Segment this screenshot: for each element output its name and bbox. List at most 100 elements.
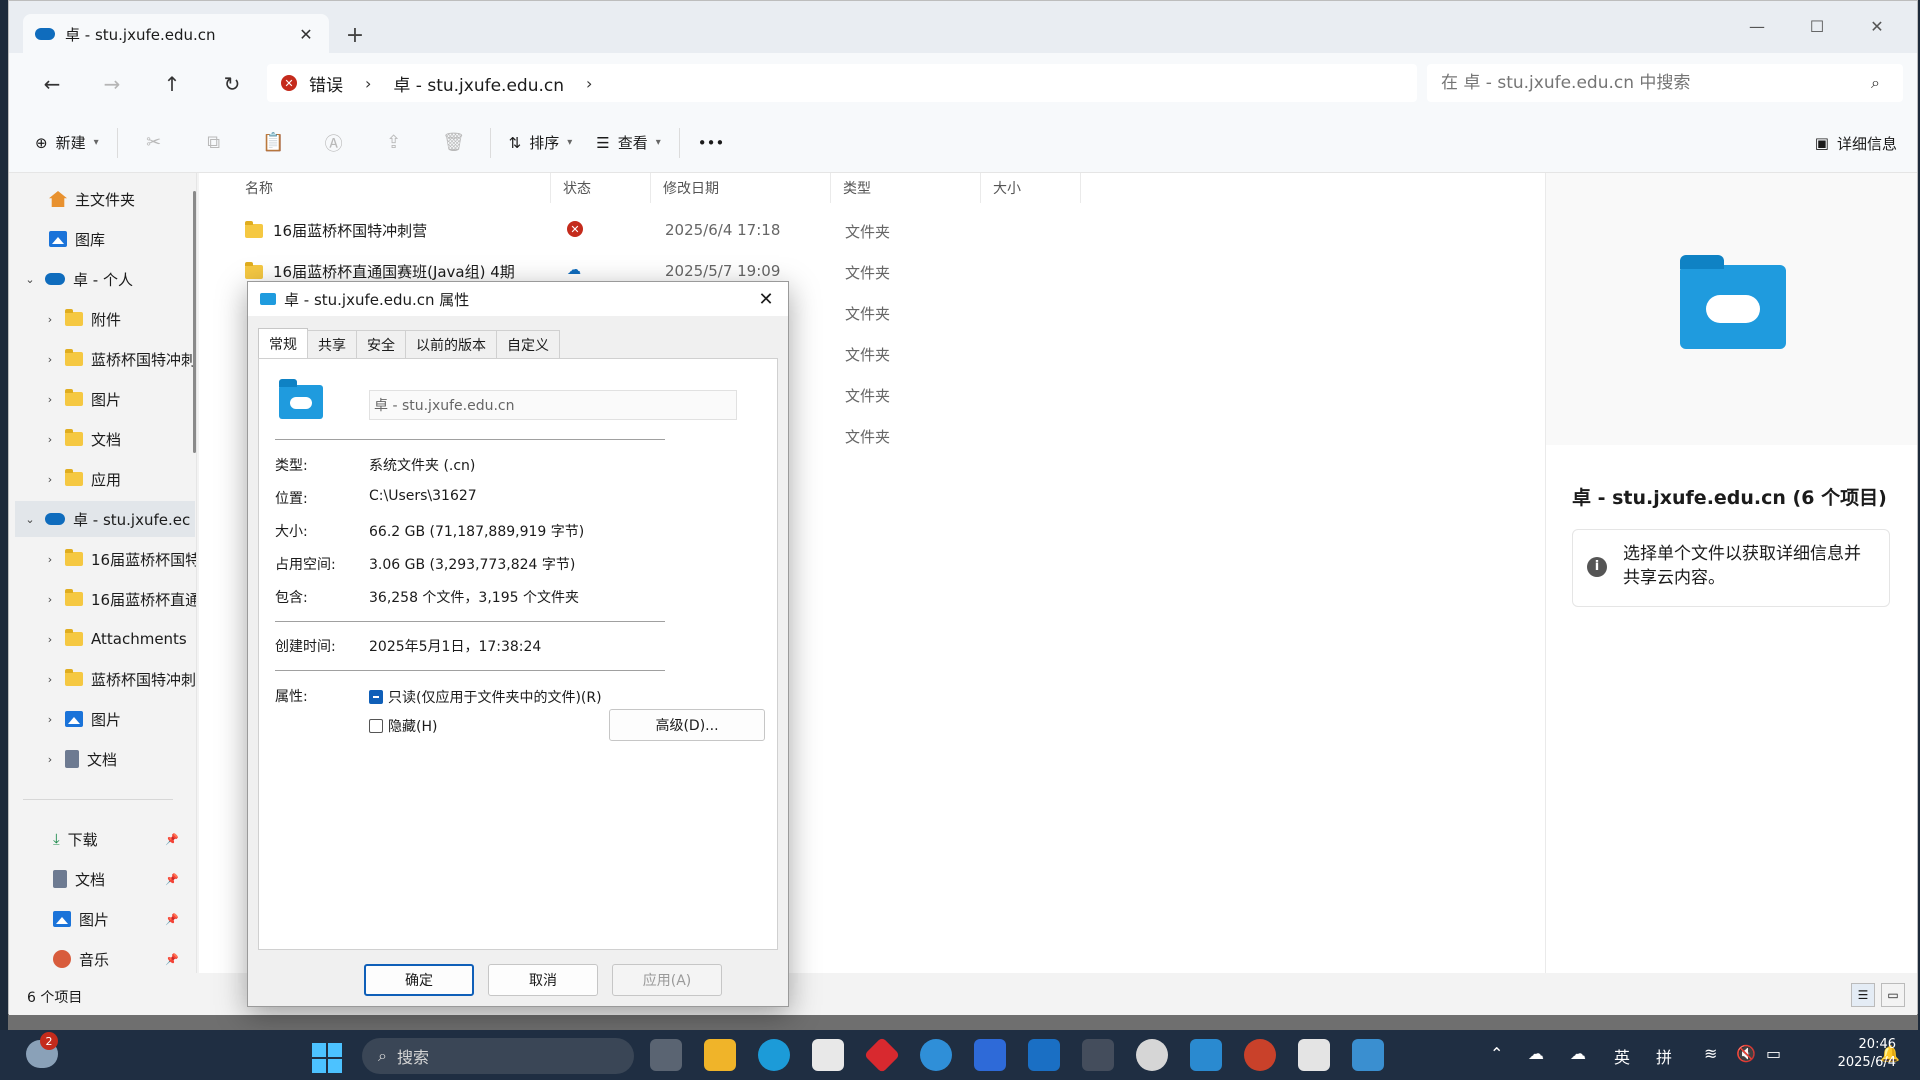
up-button[interactable]: ↑ bbox=[155, 67, 189, 101]
app-blue-icon[interactable] bbox=[974, 1039, 1006, 1071]
ime-mode[interactable]: 拼 bbox=[1656, 1044, 1672, 1068]
chevron-right-icon[interactable]: › bbox=[43, 433, 57, 446]
forward-button[interactable]: → bbox=[95, 67, 129, 101]
sidebar-item-home[interactable]: 主文件夹 bbox=[49, 181, 135, 217]
column-header-name[interactable]: 名称 bbox=[233, 173, 551, 203]
address-bar[interactable]: ✕ 错误 › 卓 - stu.jxufe.edu.cn › bbox=[267, 64, 1417, 102]
minimize-button[interactable]: — bbox=[1729, 9, 1785, 43]
hidden-checkbox[interactable]: 隐藏(H) bbox=[369, 716, 437, 736]
taskbar-search[interactable]: ⌕ 搜索 bbox=[362, 1038, 634, 1074]
apply-button[interactable]: 应用(A) bbox=[612, 964, 722, 996]
tray-overflow-icon[interactable]: ⌃ bbox=[1490, 1044, 1503, 1063]
task-view-icon[interactable] bbox=[650, 1039, 682, 1071]
sidebar-item-quick-documents[interactable]: 文档 📌 bbox=[53, 861, 189, 897]
tab-security[interactable]: 安全 bbox=[356, 330, 406, 358]
column-header-modified[interactable]: 修改日期 bbox=[651, 173, 831, 203]
terminal-icon[interactable] bbox=[1082, 1039, 1114, 1071]
cut-button[interactable]: ✂ bbox=[124, 123, 184, 163]
tab-current[interactable]: 卓 - stu.jxufe.edu.cn ✕ bbox=[23, 14, 329, 54]
column-header-type[interactable]: 类型 bbox=[831, 173, 981, 203]
tab-sharing[interactable]: 共享 bbox=[307, 330, 357, 358]
edge-icon[interactable] bbox=[758, 1039, 790, 1071]
file-row[interactable]: 16届蓝桥杯国特冲刺营 ✕ 2025/6/4 17:18 文件夹 bbox=[199, 209, 1299, 249]
sidebar-item-org-documents[interactable]: › 文档 bbox=[43, 741, 117, 777]
folder-name-field[interactable] bbox=[369, 390, 737, 420]
readonly-checkbox[interactable]: 只读(仅应用于文件夹中的文件)(R) bbox=[369, 687, 602, 707]
outlook-icon[interactable] bbox=[1028, 1039, 1060, 1071]
back-button[interactable]: ← bbox=[35, 67, 69, 101]
cancel-button[interactable]: 取消 bbox=[488, 964, 598, 996]
delete-button[interactable]: 🗑 bbox=[424, 123, 484, 163]
powerpoint-icon[interactable] bbox=[1244, 1039, 1276, 1071]
column-header-status[interactable]: 状态 bbox=[551, 173, 651, 203]
battery-icon[interactable]: ▭ bbox=[1766, 1044, 1781, 1063]
system-clock[interactable]: 20:46 2025/6/4 bbox=[1800, 1036, 1896, 1072]
sidebar-item-quick-pictures[interactable]: 图片 📌 bbox=[53, 901, 189, 937]
advanced-button[interactable]: 高级(D)... bbox=[609, 709, 765, 741]
breadcrumb-error[interactable]: 错误 bbox=[309, 71, 343, 96]
close-window-button[interactable]: ✕ bbox=[1849, 9, 1905, 43]
sidebar-item-personal-documents[interactable]: › 文档 bbox=[43, 421, 121, 457]
chevron-right-icon[interactable]: › bbox=[43, 633, 57, 646]
tab-customize[interactable]: 自定义 bbox=[496, 330, 560, 358]
search-input[interactable] bbox=[1427, 64, 1903, 102]
tab-previous-versions[interactable]: 以前的版本 bbox=[405, 330, 497, 358]
pin-icon[interactable]: 📌 bbox=[165, 953, 179, 966]
sidebar-item-personal[interactable]: ⌄ 卓 - 个人 bbox=[23, 261, 133, 297]
file-explorer-icon[interactable] bbox=[704, 1039, 736, 1071]
sidebar-item-org-lanqiao-sprint[interactable]: › 蓝桥杯国特冲刺 bbox=[43, 661, 196, 697]
sidebar-item-org-lanqiao-direct[interactable]: › 16届蓝桥杯直通 bbox=[43, 581, 196, 617]
dialog-titlebar[interactable]: 卓 - stu.jxufe.edu.cn 属性 bbox=[248, 282, 788, 316]
checkbox-indeterminate-icon[interactable] bbox=[369, 690, 383, 704]
notepad-icon[interactable] bbox=[1352, 1039, 1384, 1071]
checkbox-icon[interactable] bbox=[369, 719, 383, 733]
breadcrumb-location[interactable]: 卓 - stu.jxufe.edu.cn bbox=[393, 71, 564, 96]
refresh-button[interactable]: ↻ bbox=[215, 67, 249, 101]
chevron-down-icon[interactable]: ⌄ bbox=[23, 273, 37, 286]
more-options-button[interactable]: ••• bbox=[686, 123, 737, 163]
sidebar-item-personal-apps[interactable]: › 应用 bbox=[43, 461, 121, 497]
chevron-down-icon[interactable]: ⌄ bbox=[23, 513, 37, 526]
sidebar-item-personal-pictures[interactable]: › 图片 bbox=[43, 381, 121, 417]
dialog-close-button[interactable]: ✕ bbox=[752, 286, 780, 312]
new-button[interactable]: ⊕ 新建 ▾ bbox=[23, 123, 111, 163]
sidebar-item-org-pictures[interactable]: › 图片 bbox=[43, 701, 121, 737]
clock-app-icon[interactable] bbox=[1136, 1039, 1168, 1071]
paste-button[interactable]: 📋 bbox=[244, 123, 304, 163]
breadcrumb-separator[interactable]: › bbox=[365, 74, 371, 93]
chevron-right-icon[interactable]: › bbox=[43, 353, 57, 366]
chevron-right-icon[interactable]: › bbox=[43, 313, 57, 326]
typora-icon[interactable] bbox=[1298, 1039, 1330, 1071]
sidebar-item-org-attachments[interactable]: › Attachments bbox=[43, 621, 187, 657]
maximize-button[interactable]: ☐ bbox=[1789, 9, 1845, 43]
store-icon[interactable] bbox=[812, 1039, 844, 1071]
pin-icon[interactable]: 📌 bbox=[165, 873, 179, 886]
sort-button[interactable]: ⇅ 排序 ▾ bbox=[497, 123, 585, 163]
search-icon[interactable]: ⌕ bbox=[1871, 73, 1891, 93]
copy-button[interactable]: ⧉ bbox=[184, 123, 244, 163]
onedrive-tray-icon[interactable]: ☁ bbox=[1528, 1044, 1544, 1063]
onedrive-error-tray-icon[interactable]: ☁ bbox=[1570, 1044, 1586, 1063]
chevron-right-icon[interactable]: › bbox=[43, 473, 57, 486]
chevron-right-icon[interactable]: › bbox=[43, 553, 57, 566]
chevron-right-icon[interactable]: › bbox=[43, 393, 57, 406]
sidebar-item-org[interactable]: ⌄ 卓 - stu.jxufe.ec bbox=[15, 501, 195, 537]
sidebar-scrollbar[interactable] bbox=[193, 191, 196, 453]
chevron-right-icon[interactable]: › bbox=[43, 753, 57, 766]
start-button[interactable] bbox=[312, 1043, 342, 1073]
chevron-right-icon[interactable]: › bbox=[43, 673, 57, 686]
ok-button[interactable]: 确定 bbox=[364, 964, 474, 996]
sidebar-item-personal-attachments[interactable]: › 附件 bbox=[43, 301, 121, 337]
column-header-size[interactable]: 大小 bbox=[981, 173, 1081, 203]
ime-language[interactable]: 英 bbox=[1614, 1044, 1630, 1068]
breadcrumb-separator-end[interactable]: › bbox=[586, 74, 592, 93]
tiles-view-button[interactable]: ▭ bbox=[1881, 983, 1905, 1007]
details-view-button[interactable]: ☰ bbox=[1851, 983, 1875, 1007]
sidebar-item-personal-lanqiao[interactable]: › 蓝桥杯国特冲刺 bbox=[43, 341, 196, 377]
rename-button[interactable]: Ⓐ bbox=[304, 123, 364, 163]
tab-general[interactable]: 常规 bbox=[258, 328, 308, 358]
details-button[interactable]: ▣ 详细信息 bbox=[1815, 123, 1897, 163]
pin-icon[interactable]: 📌 bbox=[165, 833, 179, 846]
app-building-icon[interactable] bbox=[1190, 1039, 1222, 1071]
wifi-icon[interactable]: ≋ bbox=[1704, 1044, 1717, 1063]
